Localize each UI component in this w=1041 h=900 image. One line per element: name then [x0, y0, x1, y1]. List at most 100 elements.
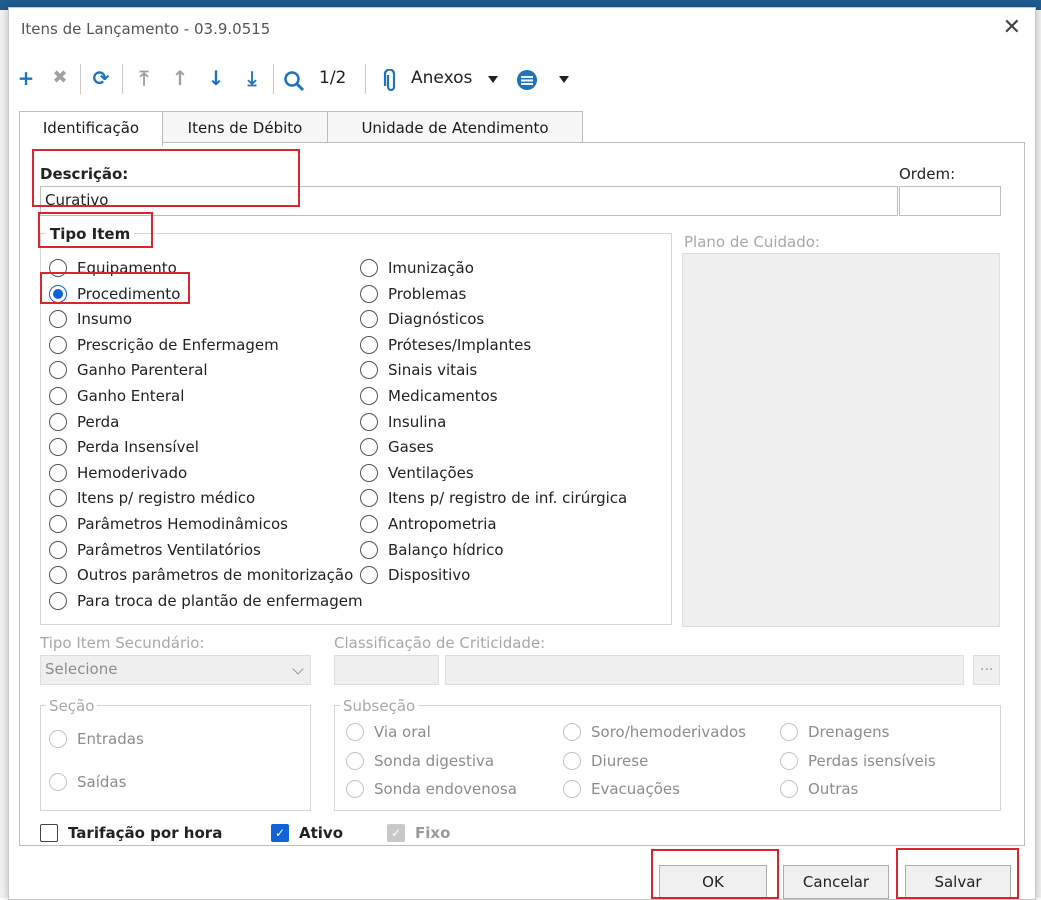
radio-label: Ventilações: [388, 463, 474, 482]
tarifacao-label: Tarifação por hora: [68, 824, 223, 842]
radio-circle: [49, 463, 67, 482]
plano-cuidado-field: [682, 253, 1000, 627]
radio-circle: [49, 773, 67, 791]
classificacao-label: Classificação de Criticidade:: [334, 634, 546, 652]
radio-label: Medicamentos: [388, 387, 498, 405]
tipo-secundario-select[interactable]: Selecione: [40, 655, 311, 685]
radio-label: Parâmetros Hemodinâmicos: [77, 515, 288, 533]
classificacao-lookup-button[interactable]: ...: [973, 655, 1000, 685]
ellipsis-label: ...: [980, 658, 994, 674]
radio-label: Soro/hemoderivados: [591, 723, 746, 741]
radio-label: Evacuações: [591, 780, 680, 798]
search-icon[interactable]: [283, 70, 305, 92]
pager-text: 1/2: [319, 68, 347, 88]
attachments-label[interactable]: Anexos: [411, 68, 472, 88]
radio-label: Para troca de plantão de enfermagem: [77, 591, 363, 610]
toolbar: + ✖ ⟳ ⤒ ↑ ↓ ⤓ 1/2 Anexos: [9, 60, 1035, 100]
tab-identificacao[interactable]: Identificação: [19, 111, 163, 146]
checkbox-box: [40, 824, 58, 842]
radio-label: Problemas: [388, 284, 467, 303]
x-icon[interactable]: ✖: [49, 64, 71, 92]
radio-label: Via oral: [374, 723, 431, 741]
tipo-secundario-value: Selecione: [45, 660, 118, 678]
tipo-item-label: Tipo Item: [46, 225, 135, 243]
dialog-title: Itens de Lançamento - 03.9.0515: [21, 20, 271, 38]
radio-circle: [49, 259, 67, 277]
identificacao-panel: Descrição: Curativo Ordem: Tipo Item Equ…: [19, 142, 1025, 846]
radio-label: Ganho Enteral: [77, 387, 185, 405]
radio-label: Imunização: [388, 259, 474, 277]
ativo-label: Ativo: [299, 824, 344, 842]
arrow-up-icon[interactable]: ↑: [169, 64, 191, 92]
radio-circle: [563, 751, 581, 770]
radio-label: Insumo: [77, 310, 133, 329]
tab-itens-de-debito[interactable]: Itens de Débito: [161, 111, 329, 144]
radio-label: Procedimento: [77, 284, 181, 303]
radio-label: Drenagens: [808, 723, 890, 741]
radio-label: Próteses/Implantes: [388, 335, 532, 354]
descricao-label: Descrição:: [40, 165, 129, 183]
radio-circle: [780, 751, 798, 770]
save-button[interactable]: Salvar: [905, 865, 1011, 899]
radio-circle: [49, 591, 67, 610]
radio-circle: [360, 284, 378, 303]
arrow-down-icon[interactable]: ↓: [205, 64, 227, 92]
radio-label: Diagnósticos: [388, 310, 485, 329]
chevron-down-icon[interactable]: [559, 76, 569, 83]
secao-group: [40, 705, 311, 811]
arrow-last-icon[interactable]: ⤓: [241, 64, 263, 92]
radio-label: Itens p/ registro de inf. cirúrgica: [388, 489, 628, 508]
launch-items-dialog: Itens de Lançamento - 03.9.0515 ✕ + ✖ ⟳ …: [8, 7, 1036, 900]
radio-circle: [780, 723, 798, 741]
radio-label: Balanço hídrico: [388, 540, 504, 559]
cancel-button[interactable]: Cancelar: [783, 865, 889, 899]
radio-circle: [49, 387, 67, 405]
radio-circle: [360, 412, 378, 431]
fixo-label: Fixo: [415, 824, 451, 842]
ok-button[interactable]: OK: [659, 865, 767, 899]
radio-label: Itens p/ registro médico: [77, 489, 256, 508]
radio-label: Saídas: [77, 773, 127, 791]
radio-label: Diurese: [591, 751, 649, 770]
radio-circle: [360, 259, 378, 277]
radio-circle: [780, 780, 798, 798]
radio-label: Sonda endovenosa: [374, 780, 517, 798]
close-icon[interactable]: ✕: [1003, 16, 1021, 40]
radio-label: Sinais vitais: [388, 361, 478, 380]
ordem-field[interactable]: [899, 186, 1001, 216]
check-icon: ✓: [387, 824, 405, 842]
classificacao-code-field: [334, 655, 439, 685]
chevron-down-icon[interactable]: [488, 76, 498, 83]
radio-label: Gases: [388, 438, 434, 457]
descricao-field[interactable]: Curativo: [40, 186, 898, 216]
radio-label: Antropometria: [388, 515, 497, 533]
radio-circle: [360, 387, 378, 405]
chevron-down-icon: [292, 663, 304, 675]
subsecao-label: Subseção: [340, 697, 419, 715]
radio-label: Perda: [77, 412, 120, 431]
radio-label: Perdas isensíveis: [808, 751, 936, 770]
toolbar-separator: [273, 64, 274, 94]
radio-circle: [49, 540, 67, 559]
radio-circle: [49, 284, 67, 303]
refresh-icon[interactable]: ⟳: [89, 64, 113, 92]
arrow-first-icon[interactable]: ⤒: [133, 64, 155, 92]
secao-label: Seção: [46, 697, 98, 715]
radio-label: Entradas: [77, 730, 144, 748]
radio-label: Hemoderivado: [77, 463, 188, 482]
radio-label: Prescrição de Enfermagem: [77, 335, 279, 354]
plus-icon[interactable]: +: [15, 64, 37, 92]
radio-label: Insulina: [388, 412, 447, 431]
toolbar-separator: [365, 64, 366, 94]
radio-label: Equipamento: [77, 259, 177, 277]
paperclip-icon[interactable]: [382, 69, 400, 93]
toolbar-separator: [80, 64, 81, 94]
tab-unidade-de-atendimento[interactable]: Unidade de Atendimento: [327, 111, 583, 144]
descricao-value: Curativo: [45, 191, 109, 209]
radio-circle: [360, 540, 378, 559]
radio-circle: [360, 463, 378, 482]
radio-circle: [346, 723, 364, 741]
classificacao-desc-field: [445, 655, 964, 685]
menu-icon[interactable]: [515, 68, 539, 92]
radio-circle: [49, 335, 67, 354]
